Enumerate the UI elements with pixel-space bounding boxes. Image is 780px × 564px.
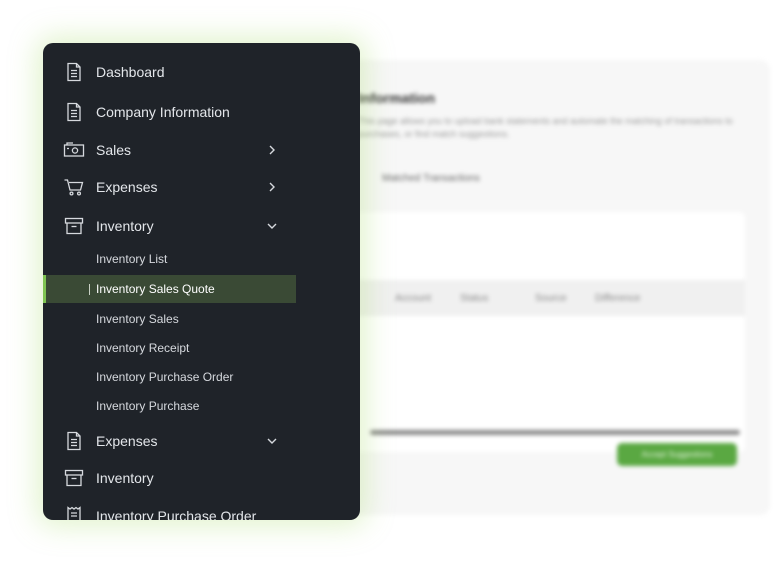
submenu-item-label: Inventory Purchase: [96, 399, 200, 413]
sidebar-item-label: Inventory Purchase Order: [96, 508, 257, 520]
sidebar-item-label: Dashboard: [96, 64, 165, 80]
background-card: Account Status Source Difference: [350, 212, 745, 452]
document-icon: [63, 430, 85, 452]
sidebar-item-expenses-2[interactable]: Expenses: [43, 423, 360, 459]
table-header-status: Status: [460, 293, 489, 304]
submenu-item-label: Inventory Purchase Order: [96, 370, 234, 384]
sidebar-item-label: Sales: [96, 142, 132, 158]
chevron-right-icon[interactable]: [265, 143, 279, 157]
accept-suggestions-label: Accept Suggestions: [641, 450, 713, 459]
sidebar-item-label: Inventory: [96, 470, 154, 486]
document-icon: [63, 61, 85, 83]
archive-box-icon: [63, 215, 85, 237]
cart-icon: [63, 176, 85, 198]
submenu-item-label: Inventory Receipt: [96, 341, 190, 355]
chevron-down-icon[interactable]: [265, 219, 279, 233]
sidebar-item-inventory-purchase-order[interactable]: Inventory Purchase Order: [43, 498, 360, 520]
submenu-item-label: Inventory Sales: [96, 312, 179, 326]
background-tab[interactable]: Matched Transactions: [382, 173, 480, 184]
sidebar-item-company-information[interactable]: Company Information: [43, 94, 360, 130]
sidebar-item-sales[interactable]: Sales: [43, 132, 360, 168]
sidebar-item-label: Expenses: [96, 179, 158, 195]
cash-icon: [63, 139, 85, 161]
sidebar-item-label: Company Information: [96, 104, 230, 120]
sidebar-item-inventory-2[interactable]: Inventory: [43, 460, 360, 496]
accept-suggestions-button[interactable]: Accept Suggestions: [617, 443, 737, 466]
horizontal-scrollbar[interactable]: [370, 430, 740, 435]
submenu-item-label: Inventory List: [96, 252, 168, 266]
submenu-item-inventory-list[interactable]: Inventory List: [43, 245, 293, 273]
sidebar-item-label: Inventory: [96, 218, 154, 234]
sidebar-item-expenses[interactable]: Expenses: [43, 169, 360, 205]
submenu-item-inventory-sales[interactable]: Inventory Sales: [43, 305, 293, 333]
chevron-right-icon[interactable]: [265, 180, 279, 194]
background-table-header: Account Status Source Difference: [350, 280, 745, 316]
table-header-account: Account: [395, 293, 432, 304]
submenu-item-inventory-sales-quote[interactable]: Inventory Sales Quote: [43, 275, 296, 303]
sidebar: Dashboard Company Information Sales Expe…: [43, 43, 360, 520]
submenu-item-inventory-receipt[interactable]: Inventory Receipt: [43, 334, 293, 362]
chevron-down-icon[interactable]: [265, 434, 279, 448]
submenu-item-inventory-purchase-order[interactable]: Inventory Purchase Order: [43, 363, 293, 391]
sidebar-item-inventory[interactable]: Inventory: [43, 208, 360, 244]
background-description: This page allows you to upload bank stat…: [358, 116, 733, 139]
text-cursor: [89, 284, 90, 295]
sidebar-item-label: Expenses: [96, 433, 158, 449]
table-header-source: Source: [535, 293, 567, 304]
receipt-icon: [63, 505, 85, 520]
sidebar-item-dashboard[interactable]: Dashboard: [43, 54, 360, 90]
archive-box-icon: [63, 467, 85, 489]
background-page: Information This page allows you to uplo…: [330, 60, 770, 515]
table-header-difference: Difference: [595, 293, 641, 304]
document-icon: [63, 101, 85, 123]
background-title: Information: [358, 90, 435, 106]
submenu-item-label: Inventory Sales Quote: [96, 282, 215, 296]
submenu-item-inventory-purchase[interactable]: Inventory Purchase: [43, 392, 293, 420]
